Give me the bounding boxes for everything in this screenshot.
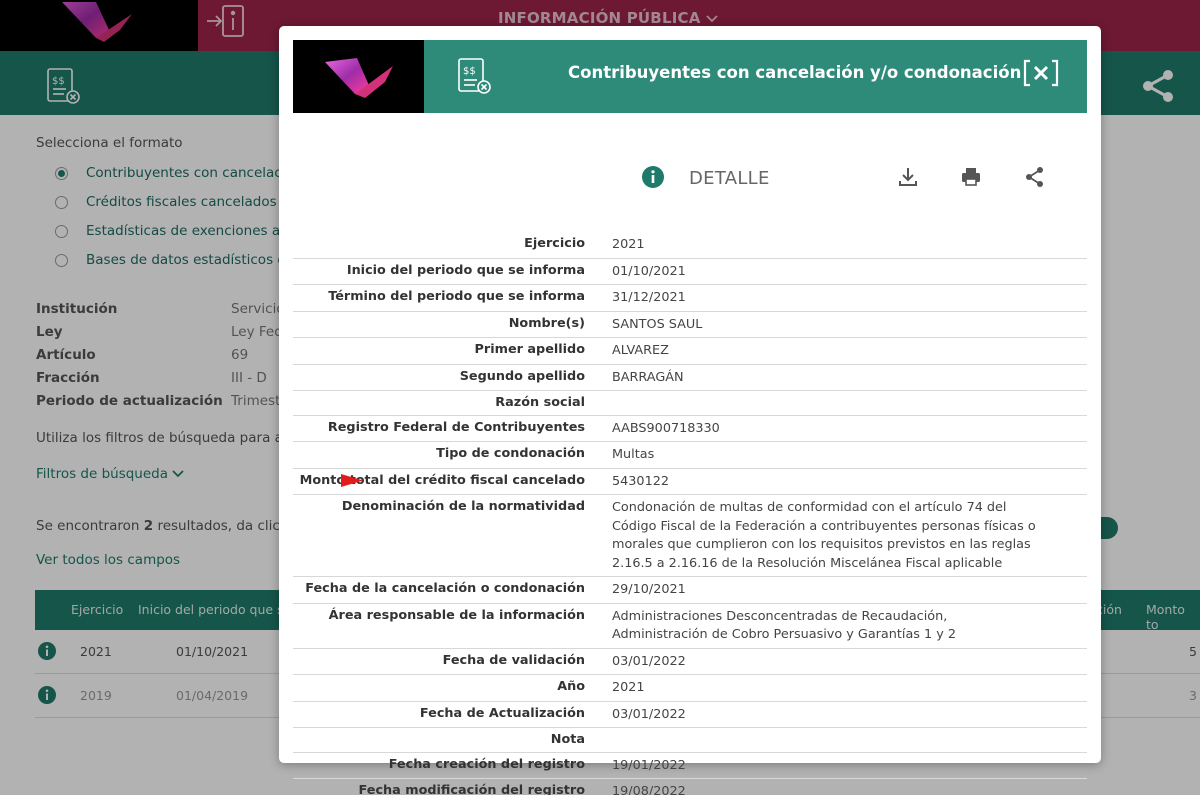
detail-row: Inicio del periodo que se informa 01/10/2…	[293, 259, 1087, 285]
field-value: 03/01/2022	[612, 653, 686, 669]
field-label: Fecha de validación	[442, 652, 585, 668]
detail-row: Nombre(s) SANTOS SAUL	[293, 312, 1087, 338]
field-value: 31/12/2021	[612, 290, 686, 305]
detail-row: Razón social	[293, 391, 1087, 416]
field-label: Nota	[550, 732, 585, 747]
modal-title: Contribuyentes con cancelación y/o condo…	[568, 63, 1022, 82]
field-value: 29/10/2021	[612, 582, 686, 597]
detail-table: Ejercicio 2021 Inicio del periodo que se …	[293, 232, 1087, 795]
field-label: Término del periodo que se informa	[328, 289, 585, 304]
svg-text:$$: $$	[463, 66, 476, 77]
field-value: Multas	[612, 447, 655, 462]
field-label: Área responsable de la información	[328, 607, 585, 623]
field-value: 2021	[612, 237, 645, 252]
field-value: 19/08/2022	[612, 784, 686, 795]
document-cancel-icon: $$	[455, 56, 497, 98]
detail-row: Tipo de condonación Multas	[293, 442, 1087, 469]
detail-title: DETALLE	[689, 168, 770, 189]
field-value: 03/01/2022	[612, 706, 686, 722]
field-value: Condonación de multas de conformidad con…	[612, 500, 1036, 571]
field-label: Año	[557, 679, 585, 694]
field-label: Segundo apellido	[459, 368, 585, 384]
field-value: AABS900718330	[612, 420, 720, 436]
field-value: SANTOS SAUL	[612, 316, 703, 332]
field-value: BARRAGÁN	[612, 369, 684, 385]
detail-row: Fecha de la cancelación o condonación 29/…	[293, 577, 1087, 604]
detail-row: Nota	[293, 728, 1087, 753]
modal-header: $$ Contribuyentes con cancelación y/o co…	[293, 40, 1087, 113]
field-label: Tipo de condonación	[436, 446, 585, 461]
detail-toolbar: DETALLE	[293, 161, 1087, 197]
modal-logo	[293, 40, 424, 113]
field-value: 5430122	[612, 473, 669, 489]
detail-row: Registro Federal de Contribuyentes AABS90…	[293, 416, 1087, 442]
download-icon[interactable]	[896, 165, 920, 189]
field-label: Nombre(s)	[508, 315, 585, 331]
red-arrow-annotation	[341, 473, 363, 487]
detail-row: Área responsable de la información Admini…	[293, 604, 1087, 649]
field-label: Fecha creación del registro	[388, 756, 585, 772]
field-label: Fecha de la cancelación o condonación	[305, 581, 585, 596]
field-label: Fecha de Actualización	[419, 705, 585, 721]
field-label: Inicio del periodo que se informa	[346, 262, 585, 278]
share-icon[interactable]	[1023, 165, 1047, 189]
field-value	[612, 728, 1042, 752]
detail-row: Fecha de Actualización 03/01/2022	[293, 702, 1087, 728]
field-value: 01/10/2021	[612, 263, 686, 279]
print-icon[interactable]	[959, 165, 983, 189]
field-label: Registro Federal de Contribuyentes	[327, 419, 585, 435]
detail-row: Fecha modificación del registro 19/08/202…	[293, 779, 1087, 795]
field-label: Razón social	[495, 395, 585, 410]
detail-row-highlighted: Monto total del crédito fiscal cancelado…	[293, 469, 1087, 495]
detail-row: Ejercicio 2021	[293, 232, 1087, 259]
detail-row: Fecha de validación 03/01/2022	[293, 649, 1087, 675]
detail-row: Fecha creación del registro 19/01/2022	[293, 753, 1087, 779]
field-label: Primer apellido	[474, 342, 585, 357]
field-label: Denominación de la normatividad	[341, 499, 585, 514]
detail-modal: $$ Contribuyentes con cancelación y/o co…	[279, 26, 1101, 795]
field-value: 2021	[612, 680, 645, 695]
close-icon[interactable]	[1023, 58, 1059, 88]
detail-row: Término del periodo que se informa 31/12/…	[293, 285, 1087, 312]
detail-row: Primer apellido ALVAREZ	[293, 338, 1087, 365]
detail-row: Año 2021	[293, 675, 1087, 702]
field-value: Administraciones Desconcentradas de Reca…	[612, 608, 957, 643]
info-icon	[642, 166, 664, 188]
field-value: 19/01/2022	[612, 757, 686, 773]
field-label: Fecha modificación del registro	[358, 783, 585, 795]
detail-row: Segundo apellido BARRAGÁN	[293, 365, 1087, 391]
detail-row: Denominación de la normatividad Condonaci…	[293, 495, 1087, 577]
field-value	[612, 391, 1042, 415]
field-value: ALVAREZ	[612, 343, 669, 358]
field-label: Ejercicio	[524, 236, 585, 251]
